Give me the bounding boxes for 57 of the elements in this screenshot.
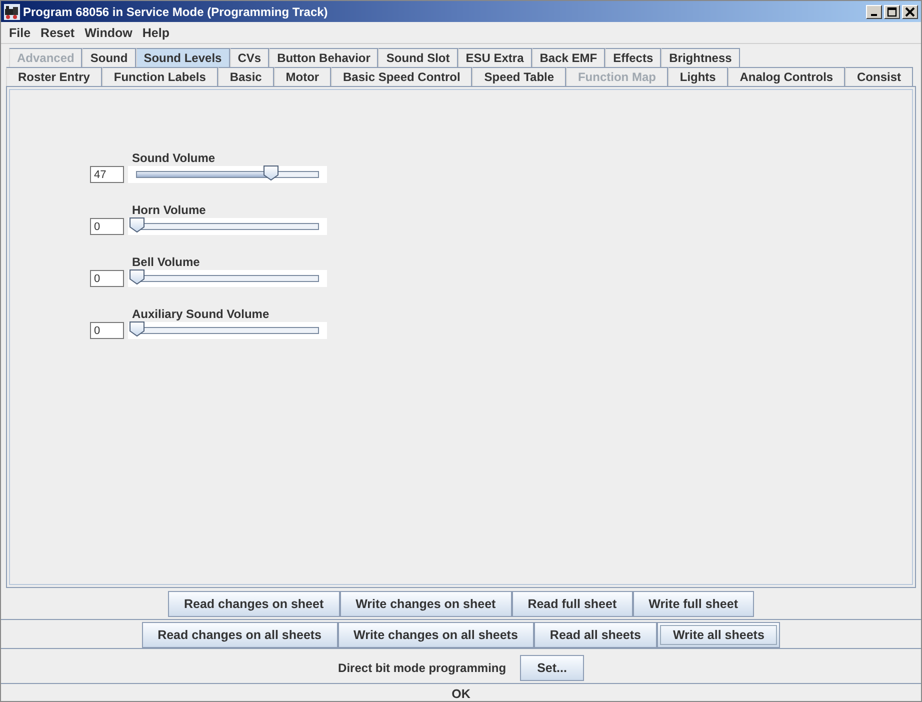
menu-item[interactable]: Help — [137, 26, 174, 40]
tab[interactable]: Speed Table — [472, 67, 566, 86]
all-sheets-button[interactable]: Read changes on all sheets — [142, 622, 338, 648]
value-field[interactable]: 0 — [90, 322, 124, 340]
tab[interactable]: ESU Extra — [458, 48, 532, 68]
close-button[interactable] — [902, 4, 918, 18]
tab[interactable]: Sound — [82, 48, 136, 68]
value-field[interactable]: 0 — [90, 218, 124, 236]
slider-label: Horn Volume — [132, 203, 207, 218]
slider-thumb[interactable] — [129, 269, 145, 286]
tab[interactable]: Sound Levels — [136, 48, 230, 68]
all-sheets-button[interactable]: Read all sheets — [534, 622, 657, 648]
menu-item[interactable]: Window — [80, 26, 138, 40]
sheet-button[interactable]: Write full sheet — [632, 591, 754, 618]
tab[interactable]: Analog Controls — [728, 67, 846, 86]
tab[interactable]: Lights — [668, 67, 728, 86]
tab[interactable]: Roster Entry — [6, 67, 102, 86]
slider-thumb[interactable] — [129, 321, 145, 338]
slider-label: Auxiliary Sound Volume — [132, 307, 270, 322]
minimize-button[interactable] — [866, 4, 882, 18]
tab[interactable]: Basic — [218, 67, 274, 86]
tab[interactable]: Consist — [845, 67, 913, 86]
volume-slider[interactable] — [128, 322, 327, 340]
tab[interactable]: Sound Slot — [378, 48, 458, 68]
sheet-button[interactable]: Read full sheet — [512, 591, 633, 618]
tab[interactable]: Button Behavior — [269, 48, 378, 68]
set-button[interactable]: Set... — [520, 654, 584, 681]
tab[interactable]: Basic Speed Control — [331, 67, 472, 86]
tab[interactable]: Motor — [274, 67, 332, 86]
tab[interactable]: Effects — [605, 48, 662, 68]
tab[interactable]: Back EMF — [532, 48, 606, 68]
slider-thumb[interactable] — [129, 217, 145, 234]
minimize-icon — [871, 14, 877, 16]
slider-thumb[interactable] — [262, 165, 279, 182]
locomotive-icon — [4, 4, 20, 20]
all-sheets-button[interactable]: Write all sheets — [656, 622, 780, 648]
close-icon — [905, 6, 915, 16]
menu-item[interactable]: Reset — [36, 26, 80, 40]
volume-slider[interactable] — [128, 218, 327, 236]
maximize-icon — [887, 6, 897, 16]
tab[interactable]: Function Labels — [102, 67, 218, 86]
slider-label: Bell Volume — [132, 255, 201, 270]
volume-slider[interactable] — [128, 270, 327, 288]
slider-label: Sound Volume — [132, 151, 216, 166]
tab[interactable]: Brightness — [661, 48, 740, 68]
window-title: Program 68056 in Service Mode (Programming Track) — [23, 4, 329, 18]
status-text: OK — [452, 687, 470, 701]
menu-item[interactable]: File — [4, 26, 36, 40]
tab[interactable]: CVs — [230, 48, 270, 68]
all-sheets-button[interactable]: Write changes on all sheets — [338, 622, 534, 648]
volume-slider[interactable] — [128, 166, 327, 184]
maximize-button[interactable] — [884, 4, 900, 18]
mode-label: Direct bit mode programming — [338, 660, 506, 675]
sheet-button[interactable]: Write changes on sheet — [340, 591, 512, 618]
value-field[interactable]: 0 — [90, 270, 124, 288]
value-field[interactable]: 47 — [90, 166, 124, 184]
sheet-button[interactable]: Read changes on sheet — [168, 591, 340, 618]
